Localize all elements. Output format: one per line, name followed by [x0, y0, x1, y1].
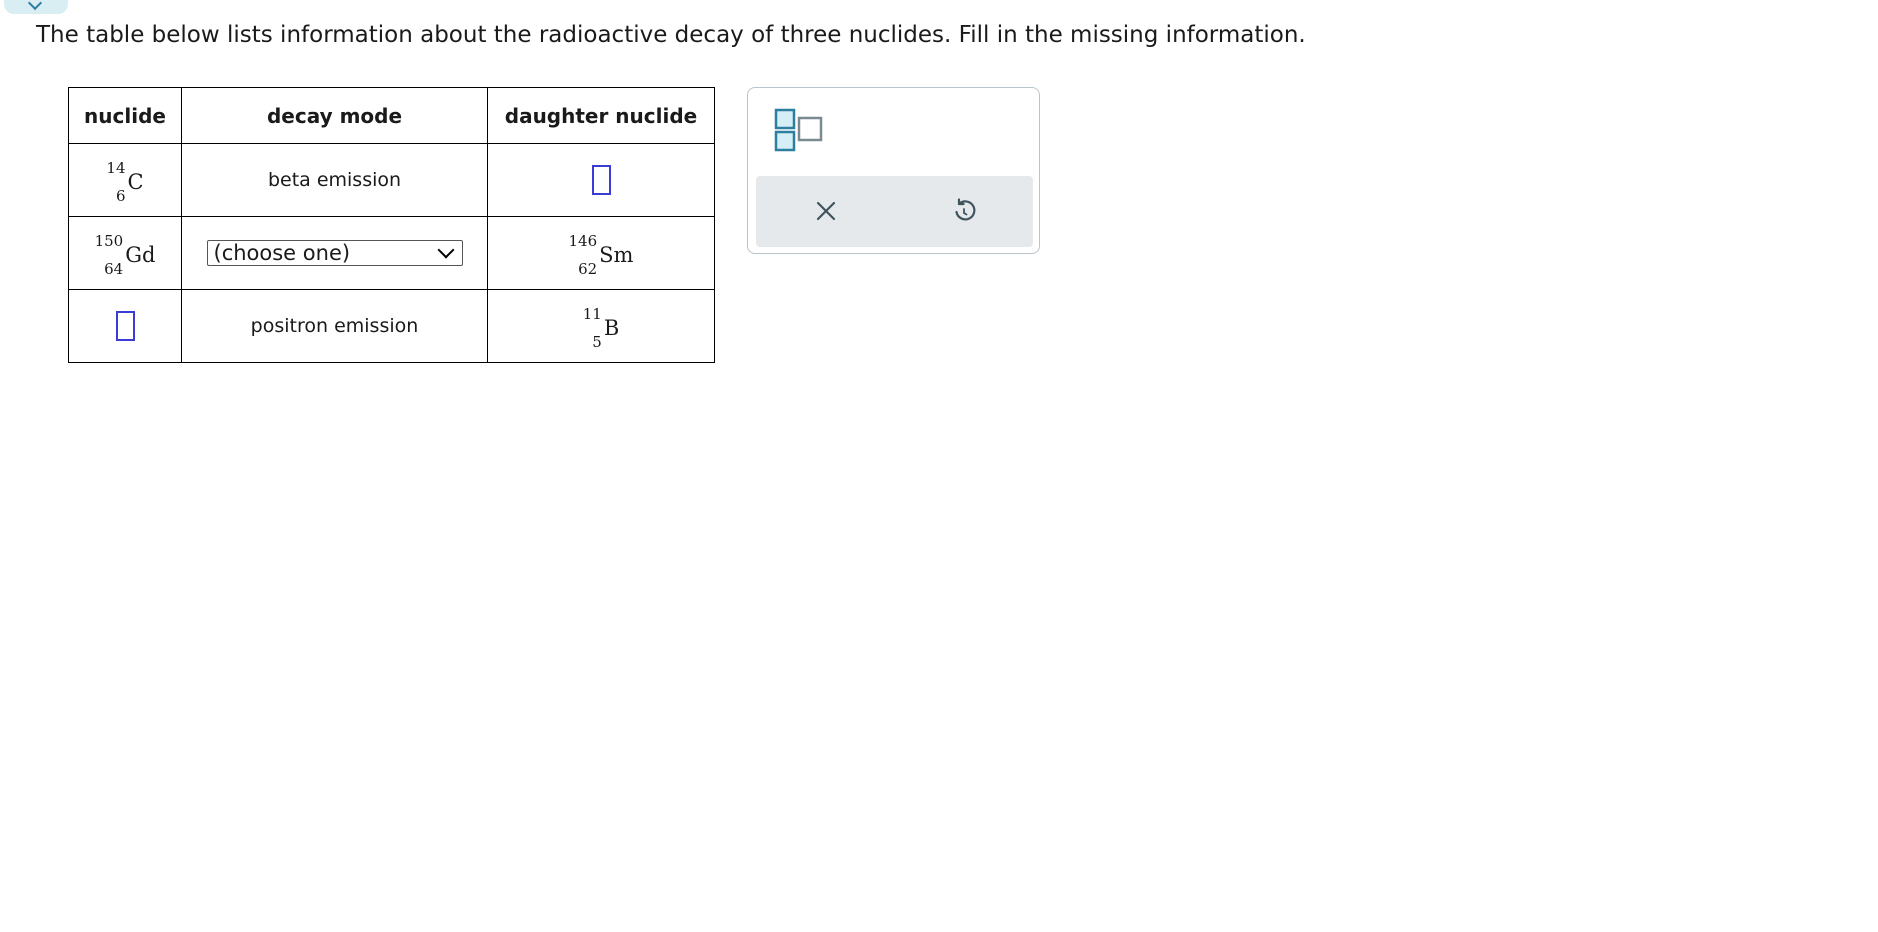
element-symbol: Gd	[125, 243, 156, 267]
mass-number: 14	[106, 159, 126, 177]
nuclide-answer-input[interactable]	[115, 311, 135, 341]
header-daughter-nuclide: daughter nuclide	[487, 87, 715, 144]
decay-mode-cell: beta emission	[181, 143, 488, 217]
daughter-nuclide-cell: 11 5 B	[487, 289, 715, 363]
question-prompt: The table below lists information about …	[36, 22, 1306, 48]
nuclide-gadolinium-150: 150 64 Gd	[95, 233, 156, 277]
atomic-number: 62	[578, 260, 598, 278]
atomic-number: 5	[592, 333, 602, 351]
table-header-row: nuclide decay mode daughter nuclide	[68, 87, 715, 144]
table-row: 150 64 Gd (choose one) 146 62 Sm	[68, 216, 715, 290]
decay-mode-cell: positron emission	[181, 289, 488, 363]
collapse-tab[interactable]	[4, 0, 68, 14]
undo-icon	[955, 198, 976, 221]
table-row: 14 6 C beta emission	[68, 143, 715, 217]
element-symbol: Sm	[599, 243, 634, 267]
table-row: positron emission 11 5 B	[68, 289, 715, 363]
nuclide-samarium-146: 146 62 Sm	[569, 233, 634, 277]
atomic-number: 64	[104, 260, 124, 278]
decay-table: nuclide decay mode daughter nuclide 14 6…	[68, 87, 715, 363]
header-nuclide: nuclide	[68, 87, 182, 144]
atomic-number: 6	[115, 187, 126, 205]
daughter-nuclide-cell	[487, 143, 715, 217]
page: The table below lists information about …	[0, 0, 1878, 932]
element-symbol: B	[603, 316, 620, 340]
decay-mode-cell: (choose one)	[181, 216, 488, 290]
nuclide-cell: 150 64 Gd	[68, 216, 182, 290]
nuclide-carbon-14: 14 6 C	[106, 160, 144, 204]
superscript-subscript-template-icon[interactable]	[774, 108, 826, 154]
undo-button[interactable]	[949, 196, 979, 226]
nuclide-boron-11: 11 5 B	[583, 306, 620, 350]
nuclide-cell	[68, 289, 182, 363]
close-icon	[816, 201, 836, 221]
mass-number: 11	[582, 305, 602, 323]
decay-mode-select[interactable]: (choose one)	[206, 240, 463, 266]
daughter-answer-input[interactable]	[591, 165, 611, 195]
nuclide-cell: 14 6 C	[68, 143, 182, 217]
daughter-nuclide-cell: 146 62 Sm	[487, 216, 715, 290]
chevron-down-icon	[437, 241, 454, 259]
clear-button[interactable]	[811, 196, 841, 226]
answer-tool-panel	[747, 87, 1040, 254]
decay-mode-select-value: (choose one)	[213, 241, 351, 265]
mass-number: 150	[94, 232, 124, 250]
action-bar	[756, 176, 1033, 247]
chevron-down-icon	[27, 0, 43, 11]
header-decay-mode: decay mode	[181, 87, 488, 144]
element-symbol: C	[127, 170, 144, 194]
mass-number: 146	[568, 232, 598, 250]
